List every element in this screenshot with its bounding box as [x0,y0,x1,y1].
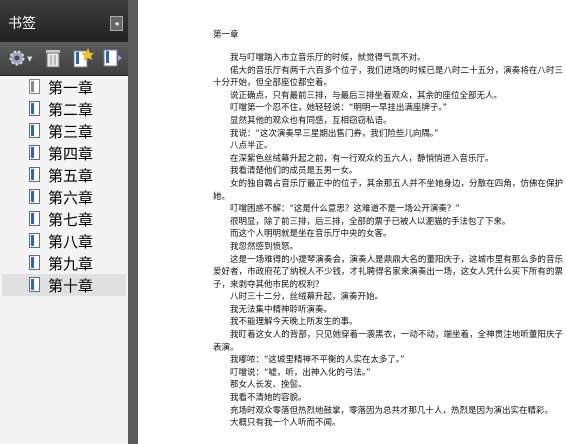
bookmark-icon [29,123,40,138]
bookmarks-title: 书签 [8,16,36,32]
paragraph: 叮噹第一个忍不住，她轻轻说：“明明一早挂出满座牌子。” [230,103,448,114]
paragraph: 我不能理解今天晚上所发生的事。 [230,317,358,328]
dropdown-arrow-icon: ▼ [27,55,33,63]
paragraph: 很明显，除了前三排，后三排，全部的票子已被人以淝猫的手法包了下来。 [230,216,511,227]
bookmark-item[interactable]: 第五章 [2,164,126,186]
collapse-panel-button[interactable]: ◂ [110,16,123,31]
paragraph: 而这个人明明就是坐在音乐厅中央的女客。 [230,229,392,240]
bookmark-label: 第十章 [48,277,94,295]
bookmarks-panel: 书签 ◂ ▼ 第一章 第二章 第三章 第四章 第五章 第六章 第七章 第八章 第… [0,0,128,444]
bookmark-item[interactable]: 第六章 [2,186,126,208]
trash-icon [46,50,60,68]
bookmark-item[interactable]: 第九章 [2,252,126,274]
bookmarks-toolbar: ▼ [0,42,128,76]
options-menu-button[interactable]: ▼ [8,48,34,68]
bookmark-icon [29,189,40,204]
bookmark-icon [29,101,40,116]
bookmark-item[interactable]: 第七章 [2,208,126,230]
bookmark-label: 第二章 [48,101,94,119]
paragraph: 我说：“这次演奏早三星期出售门券，我们险些儿向隅。” [230,128,439,139]
bookmark-label: 第三章 [48,123,94,141]
bookmark-icon [29,167,40,182]
chapter-heading: 第一章 [213,30,239,40]
paragraph: 我忽然感到愤怒。 [230,241,299,252]
paragraph: 大概只有我一个人听而不闻。 [230,418,341,429]
paragraph: 偌大的音乐厅有两千六百多个位子，我们进场的时候已是八时二十五分，演奏将在八时三十… [213,65,563,89]
paragraph: 我盯着这女人的背部，只见她穿着一袭黑衣，一动不动，端坐着，全神贯注地听董阳庆子表… [213,330,563,353]
bookmark-item[interactable]: 第四章 [2,142,126,164]
paragraph: 我嘟哝：“这城里精神不平衡的人实在太多了。” [230,355,405,366]
bookmark-list: 第一章第二章第三章第四章第五章第六章第七章第八章第九章第十章 [0,76,128,296]
bookmark-label: 第五章 [48,167,94,185]
bookmark-icon [29,277,40,292]
paragraph: 八时三十二分，丝绒幕升起，演奏开始。 [230,292,384,303]
paragraph: 我与叮噹踏入市立音乐厅的时候，就觉得气氛不对。 [230,53,426,63]
bookmark-icon [29,233,40,248]
new-bookmark-button[interactable] [72,47,95,68]
bookmark-label: 第九章 [48,255,94,273]
bookmark-label: 第四章 [48,145,94,163]
gear-icon [9,50,25,66]
bookmark-icon [29,145,40,160]
new-bookmark-icon [73,47,95,68]
export-icon [103,49,122,67]
panel-splitter[interactable] [128,0,138,444]
bookmark-icon [29,211,40,226]
paragraph: 说正确点，只有最前三排，与最后三排坐着观众，其余的座位全部无人。 [230,90,503,101]
bookmark-item[interactable]: 第一章 [2,76,126,98]
bookmark-item[interactable]: 第八章 [2,230,126,252]
bookmark-label: 第八章 [48,233,94,251]
bookmark-label: 第一章 [48,79,94,97]
paragraph: 我看不清她的容貌。 [230,393,307,404]
paragraph: 女的独自霸占音乐厅最正中的位子，其余那五人并不坐她身边，分散在四角，仿佛在保护她… [213,178,563,202]
paragraph: 显然其他的观众也有同感，互相窃窃私语。 [230,115,392,126]
bookmark-label: 第六章 [48,189,94,207]
paragraph: 这是一场难得的小提琴演奏会，演奏人是鼎鼎大名的董阳庆子，这城市里有那么多的音乐爱… [213,254,563,290]
bookmark-item[interactable]: 第二章 [2,98,126,120]
paragraph: 八点半正。 [230,141,273,152]
bookmark-icon [29,79,40,94]
paragraph: 那女人长发、挽髻。 [230,380,307,391]
paragraph: 在深紫色丝绒幕升起之前，有一行观众约五六人，静悄悄进入音乐厅。 [230,153,494,164]
paragraph: 叮噹困惑不解：“这是什么意思？这难道不是一场公开演奏？” [230,204,460,215]
paragraph: 充场时观众零落但热烈地鼓掌，零落因为总共才那几十人，热烈是因为演出实在精彩。 [230,405,554,416]
bookmarks-header: 书签 ◂ [0,0,128,42]
chapter-body: 我与叮噹踏入市立音乐厅的时候，就觉得气氛不对。偌大的音乐厅有两千六百多个位子，我… [213,52,563,430]
bookmark-icon [29,255,40,270]
bookmark-item[interactable]: 第三章 [2,120,126,142]
delete-bookmark-button[interactable] [44,48,62,68]
paragraph: 叮噹说：“嘘，听，出神入化的弓法。” [230,367,371,378]
expand-bookmark-button[interactable] [103,48,125,68]
bookmark-label: 第七章 [48,211,94,229]
document-page: 第一章 我与叮噹踏入市立音乐厅的时候，就觉得气氛不对。偌大的音乐厅有两千六百多个… [138,0,566,444]
paragraph: 我看清楚他们的成员是五男一女。 [230,166,358,177]
bookmark-item[interactable]: 第十章 [2,274,126,296]
paragraph: 我无法集中精神聆听演奏。 [230,304,333,315]
